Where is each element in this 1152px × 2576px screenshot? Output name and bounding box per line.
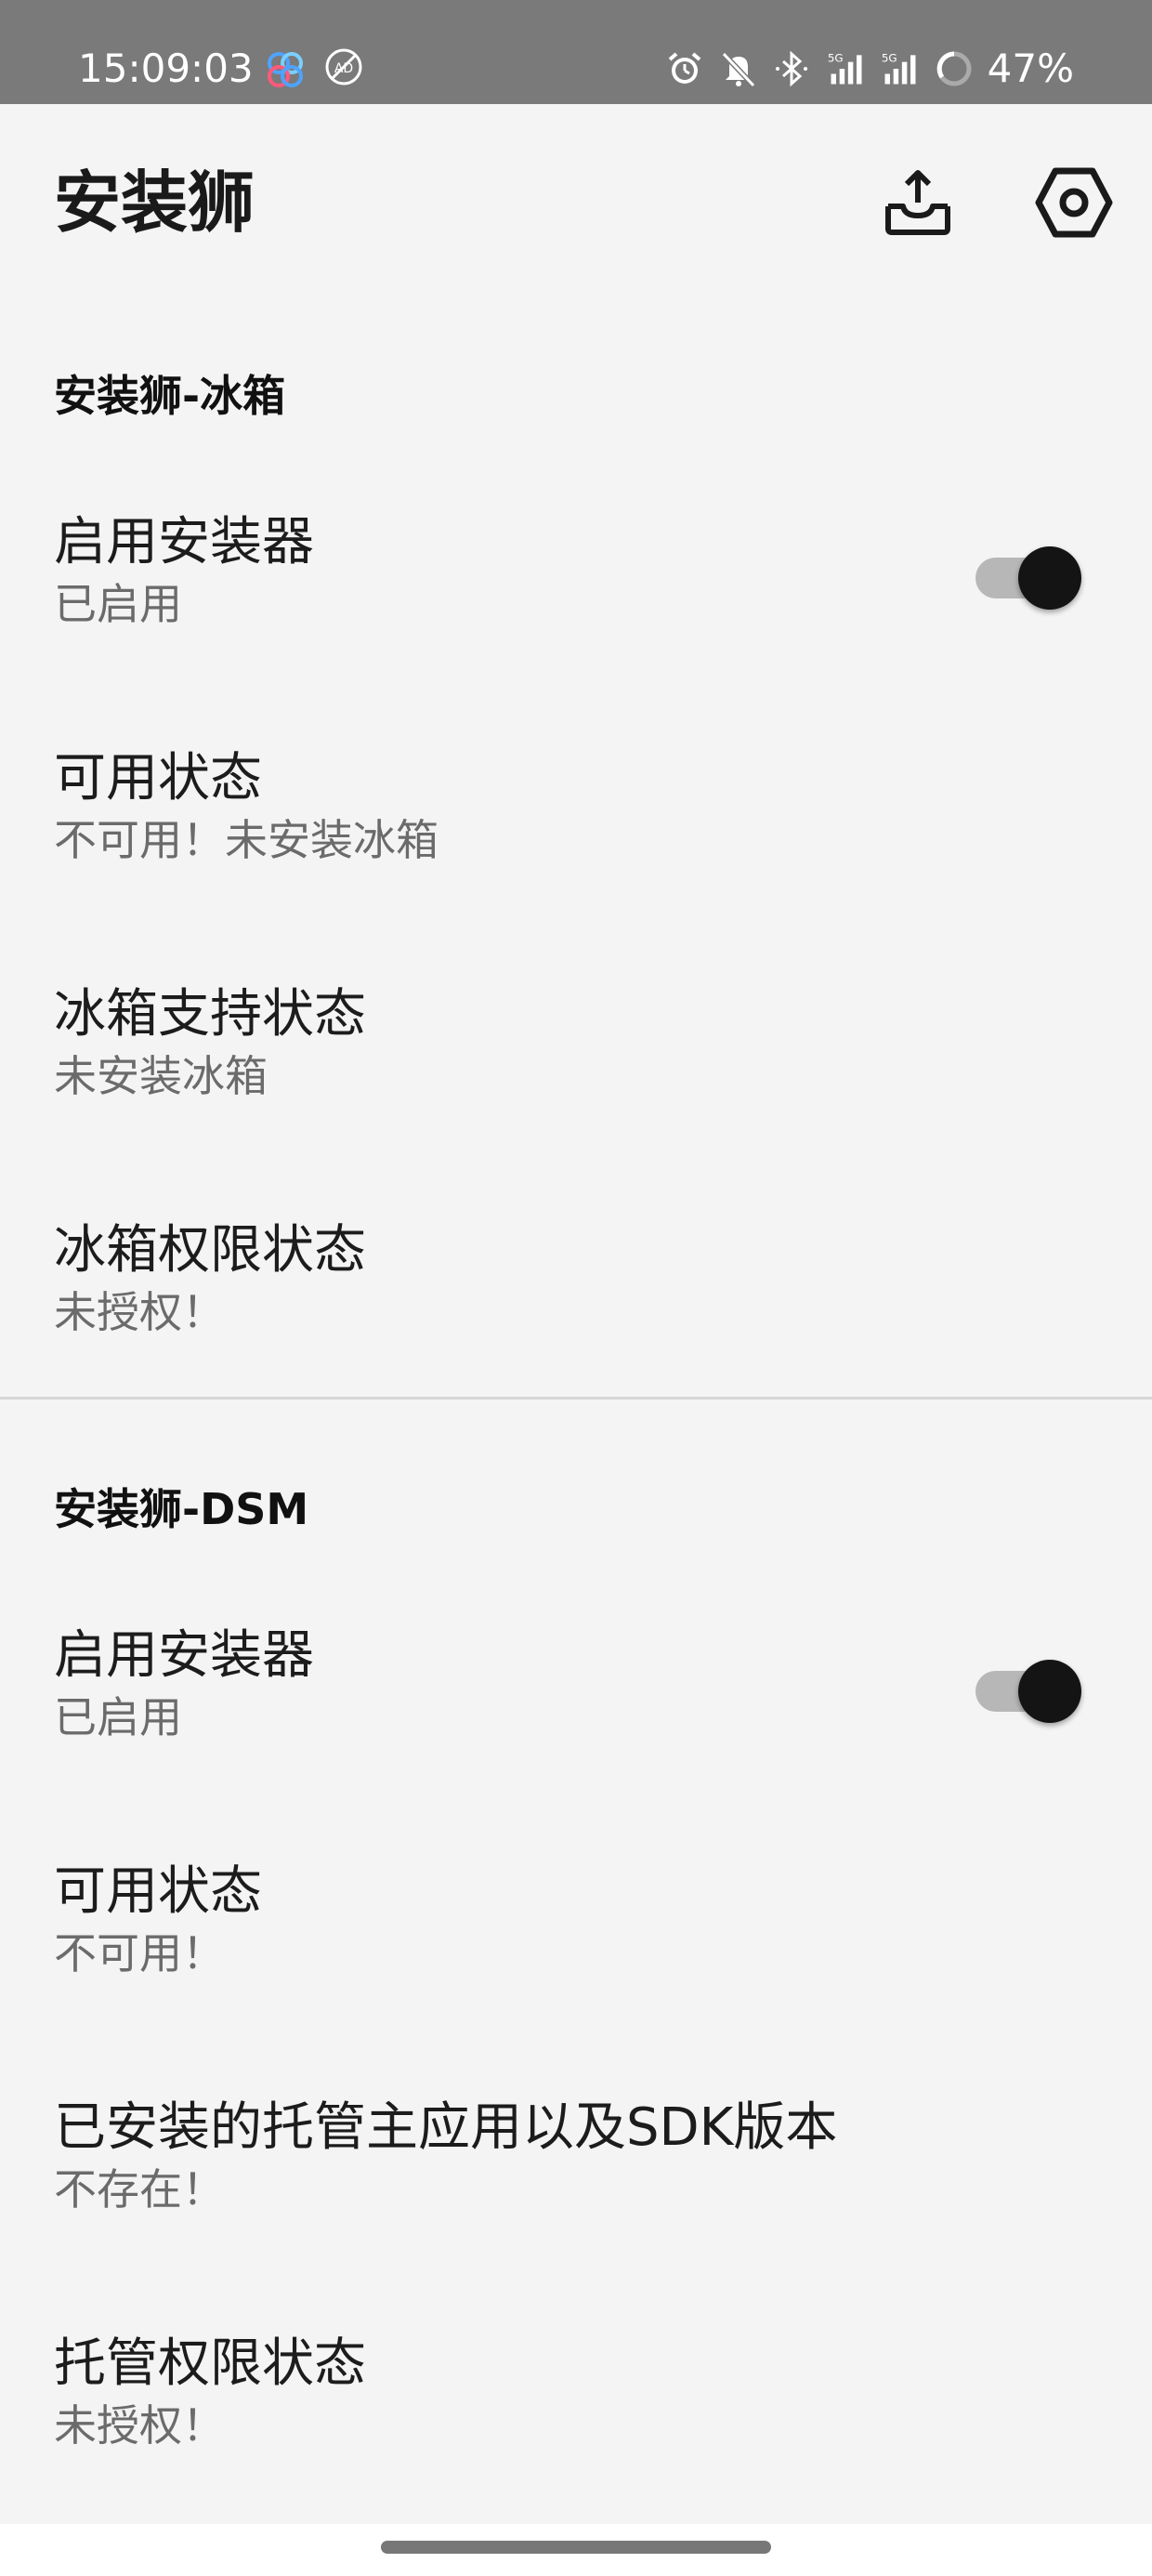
settings-button[interactable] bbox=[1028, 156, 1120, 249]
status-icons: 5G 5G 47% bbox=[664, 41, 1074, 97]
network-label: 5G bbox=[881, 52, 897, 65]
toggle-thumb bbox=[1018, 546, 1081, 610]
network-label: 5G bbox=[827, 52, 843, 65]
app-bar: 安装狮 bbox=[0, 104, 1152, 290]
item-title: 可用状态 bbox=[54, 1861, 262, 1922]
status-bar: 15:09:03 AD 5G 5G 47% bbox=[0, 0, 1152, 104]
list-item-freezer-permission[interactable]: 冰箱权限状态 未授权！ bbox=[0, 1216, 1152, 1452]
enable-installer-toggle[interactable] bbox=[975, 537, 1085, 611]
item-title: 可用状态 bbox=[54, 748, 262, 808]
page-title: 安装狮 bbox=[54, 164, 255, 242]
item-subtitle: 未授权！ bbox=[54, 2400, 225, 2451]
app-notification-icon bbox=[268, 52, 303, 87]
home-indicator[interactable] bbox=[381, 2541, 771, 2554]
item-subtitle: 未安装冰箱 bbox=[54, 1051, 268, 1101]
battery-percent: 47% bbox=[987, 46, 1074, 91]
item-title: 启用安装器 bbox=[54, 512, 314, 572]
no-ads-icon: AD bbox=[325, 48, 362, 85]
list-item-availability-dsm[interactable]: 可用状态 不可用！ bbox=[0, 1857, 1152, 2093]
list-item-availability-freezer[interactable]: 可用状态 不可用！未安装冰箱 bbox=[0, 743, 1152, 979]
share-button[interactable] bbox=[871, 156, 964, 249]
toggle-thumb bbox=[1018, 1660, 1081, 1723]
item-title: 冰箱支持状态 bbox=[54, 984, 366, 1045]
share-icon bbox=[885, 170, 950, 235]
item-title: 启用安装器 bbox=[54, 1625, 314, 1686]
list-item-host-app-sdk[interactable]: 已安装的托管主应用以及SDK版本 不存在！ bbox=[0, 2093, 1152, 2329]
signal-5g-icon: 5G bbox=[881, 52, 916, 85]
enable-installer-toggle[interactable] bbox=[975, 1650, 1085, 1725]
svg-text:AD: AD bbox=[334, 61, 353, 76]
list-item-enable-installer-dsm[interactable]: 启用安装器 已启用 bbox=[0, 1621, 1152, 1857]
section-divider bbox=[0, 1397, 1152, 1400]
section-title-freezer: 安装狮-冰箱 bbox=[54, 371, 286, 421]
list-item-enable-installer-freezer[interactable]: 启用安装器 已启用 bbox=[0, 507, 1152, 743]
signal-5g-icon: 5G bbox=[827, 52, 862, 85]
item-title: 已安装的托管主应用以及SDK版本 bbox=[54, 2097, 838, 2158]
list-item-freezer-support[interactable]: 冰箱支持状态 未安装冰箱 bbox=[0, 979, 1152, 1216]
item-subtitle: 未授权！ bbox=[54, 1287, 225, 1337]
item-subtitle: 不可用！ bbox=[54, 1928, 225, 1978]
item-title: 冰箱权限状态 bbox=[54, 1220, 366, 1281]
item-subtitle: 不存在！ bbox=[54, 2164, 225, 2215]
item-title: 托管权限状态 bbox=[54, 2333, 366, 2394]
bell-muted-icon bbox=[721, 51, 755, 88]
battery-ring-icon bbox=[936, 51, 972, 86]
section-title-dsm: 安装狮-DSM bbox=[54, 1484, 309, 1534]
item-subtitle: 已启用 bbox=[54, 1692, 182, 1742]
status-time: 15:09:03 bbox=[78, 46, 254, 91]
bluetooth-icon bbox=[775, 50, 807, 87]
item-subtitle: 不可用！未安装冰箱 bbox=[54, 815, 439, 865]
item-subtitle: 已启用 bbox=[54, 579, 182, 629]
settings-icon bbox=[1035, 167, 1113, 238]
alarm-icon bbox=[668, 52, 700, 84]
